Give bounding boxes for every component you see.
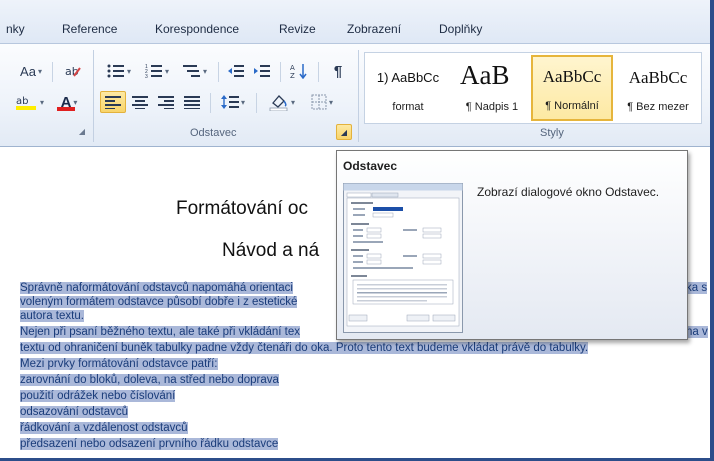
- tab-home-partial[interactable]: nky: [6, 22, 25, 36]
- selected-text-tail: ka s: [686, 282, 708, 294]
- selected-text-line: předsazení nebo odsazení prvního řádku o…: [20, 438, 279, 450]
- styles-group-label: Styly: [540, 127, 564, 139]
- font-dialog-launcher-icon[interactable]: ◢: [76, 126, 88, 138]
- borders-icon[interactable]: ▾: [304, 91, 340, 113]
- style-tile-bez-mezer[interactable]: AaBbCc ¶ Bez mezer: [617, 55, 699, 121]
- ribbon-tab-bar: nky Reference Korespondence Revize Zobra…: [0, 0, 714, 44]
- paragraph-supertip: Odstavec Zobrazí dialogové okno Odstavec…: [336, 150, 688, 340]
- decrease-indent-icon[interactable]: [224, 60, 248, 82]
- align-right-icon[interactable]: [154, 91, 178, 113]
- group-separator: [93, 50, 94, 142]
- separator: [52, 62, 53, 82]
- selected-text-line: zarovnání do bloků, doleva, na střed neb…: [20, 374, 279, 386]
- separator: [218, 62, 219, 82]
- style-name: ¶ Nadpis 1: [465, 101, 519, 113]
- document-subtitle: Návod a ná: [222, 240, 320, 261]
- multilevel-list-icon[interactable]: ▾: [178, 60, 212, 82]
- selected-text-line: autora textu.: [20, 310, 84, 322]
- svg-text:3: 3: [145, 74, 148, 78]
- ribbon: Aa ▾ ab ab ▾ A ▾ ◢ ▾ 1 2 3 ▾ ▾ AZ ¶ ▾ ▾ …: [0, 44, 714, 147]
- style-name: ¶ Bez mezer: [627, 101, 689, 113]
- justify-icon[interactable]: [180, 91, 204, 113]
- selected-text-line: řádkování a vzdálenost odstavců: [20, 422, 188, 434]
- paragraph-dialog-preview-icon: [343, 183, 463, 333]
- tab-revize[interactable]: Revize: [279, 22, 316, 36]
- shading-icon[interactable]: ▾: [264, 91, 300, 113]
- selected-text-line: textu od ohraničení buněk tabulky padne …: [20, 342, 589, 354]
- svg-text:A: A: [290, 64, 295, 72]
- group-separator: [358, 50, 359, 142]
- line-spacing-icon[interactable]: ▾: [216, 91, 250, 113]
- tab-zobrazeni[interactable]: Zobrazení: [347, 22, 401, 36]
- style-name: format: [392, 101, 424, 113]
- style-tile-nadpis-1[interactable]: AaB ¶ Nadpis 1: [451, 55, 533, 121]
- selected-text-line: Mezi prvky formátování odstavce patří:: [20, 358, 218, 370]
- highlight-color-icon[interactable]: ab ▾: [12, 91, 48, 113]
- paragraph-dialog-launcher-icon[interactable]: ◢: [336, 124, 352, 140]
- separator: [318, 62, 319, 82]
- align-left-button[interactable]: [100, 91, 126, 113]
- selected-text-tail: na v: [686, 326, 708, 338]
- align-center-icon[interactable]: [128, 91, 152, 113]
- separator: [210, 93, 211, 113]
- style-tile-normalni[interactable]: AaBbCc ¶ Normální: [531, 55, 613, 121]
- selected-text-line: voleným formátem odstavce působí dobře i…: [20, 296, 298, 308]
- style-preview: AaBbCc: [628, 68, 688, 87]
- paragraph-group-label: Odstavec: [190, 127, 237, 139]
- change-case-button[interactable]: Aa ▾: [16, 60, 46, 82]
- selected-text-line: odsazování odstavců: [20, 406, 129, 418]
- document-title: Formátování oc: [176, 198, 308, 219]
- style-tile-format[interactable]: 1) AaBbCc format: [367, 55, 449, 121]
- style-name: ¶ Normální: [545, 100, 599, 112]
- selected-text-line: použití odrážek nebo číslování: [20, 390, 176, 402]
- tab-reference[interactable]: Reference: [62, 22, 117, 36]
- font-color-swatch: [57, 107, 75, 111]
- separator: [256, 93, 257, 113]
- numbering-icon[interactable]: 1 2 3 ▾: [140, 60, 174, 82]
- window-frame-right: [710, 0, 714, 461]
- change-case-label: Aa: [20, 63, 36, 79]
- selected-text-line: Správně naformátování odstavců napomáhá …: [20, 282, 293, 294]
- styles-gallery: 1) AaBbCc format AaB ¶ Nadpis 1 AaBbCc ¶…: [364, 52, 702, 124]
- style-preview: AaBbCc: [542, 67, 602, 86]
- separator: [280, 62, 281, 82]
- font-color-button[interactable]: A ▾: [52, 91, 86, 113]
- sort-icon[interactable]: AZ: [286, 60, 312, 82]
- tab-korespondence[interactable]: Korespondence: [155, 22, 239, 36]
- increase-indent-icon[interactable]: [250, 60, 274, 82]
- bullets-icon[interactable]: ▾: [102, 60, 136, 82]
- show-marks-button[interactable]: ¶: [326, 60, 350, 82]
- style-preview: AaB: [460, 60, 510, 90]
- tab-doplnky[interactable]: Doplňky: [439, 22, 482, 36]
- clear-formatting-icon[interactable]: ab: [60, 60, 86, 82]
- supertip-description: Zobrazí dialogové okno Odstavec.: [477, 185, 660, 199]
- pilcrow-icon: ¶: [333, 62, 343, 80]
- svg-text:Z: Z: [290, 72, 295, 79]
- svg-text:ab: ab: [16, 96, 28, 107]
- supertip-title: Odstavec: [343, 159, 398, 173]
- style-preview: 1) AaBbCc: [376, 70, 440, 85]
- selected-text-line: Nejen při psaní běžného textu, ale také …: [20, 326, 301, 338]
